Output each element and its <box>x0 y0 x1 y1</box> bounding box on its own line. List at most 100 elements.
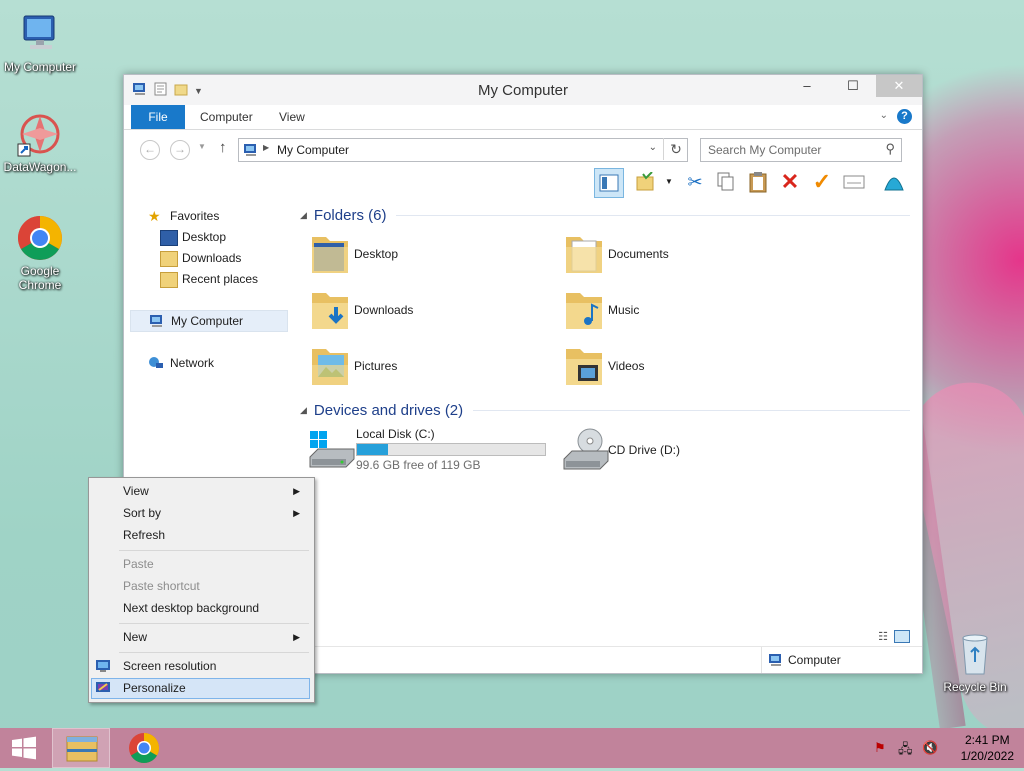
desktop-icon <box>160 230 178 246</box>
folder-desktop[interactable]: Desktop <box>302 229 542 281</box>
preview-pane-button[interactable] <box>594 168 624 198</box>
folder-name: Pictures <box>354 359 398 373</box>
submenu-arrow-icon: ▶ <box>293 632 300 642</box>
chrome-icon <box>16 214 64 262</box>
address-bar[interactable]: ▶ My Computer ⌄ ↻ <box>238 138 688 162</box>
nav-network[interactable]: Network <box>130 353 286 373</box>
folder-videos[interactable]: Videos <box>556 341 796 393</box>
close-button[interactable]: ✕ <box>876 75 922 97</box>
back-button[interactable]: ← <box>140 140 160 160</box>
folder-pictures[interactable]: Pictures <box>302 341 542 393</box>
taskbar-chrome[interactable] <box>120 728 168 768</box>
nav-desktop[interactable]: Desktop <box>130 227 286 247</box>
nav-label: Network <box>170 356 215 370</box>
menu-label: Personalize <box>123 681 186 695</box>
search-input[interactable]: Search My Computer ⚲ <box>700 138 902 162</box>
menu-item-refresh[interactable]: Refresh <box>91 525 310 546</box>
start-button[interactable] <box>0 728 48 768</box>
nav-favorites[interactable]: ★ Favorites <box>130 206 286 226</box>
nav-label: My Computer <box>171 314 244 328</box>
menu-item-screen-resolution[interactable]: Screen resolution <box>91 656 310 677</box>
drive-free-space: 99.6 GB free of 119 GB <box>356 458 481 472</box>
folder-documents[interactable]: Documents <box>556 229 796 281</box>
menu-item-next-desktop-background[interactable]: Next desktop background <box>91 598 310 619</box>
menu-label: Sort by <box>123 506 162 520</box>
expand-ribbon-icon[interactable]: ⌄ <box>880 110 888 121</box>
network-tray-icon[interactable]: 🖧 <box>898 740 913 762</box>
drives-group-header[interactable]: ◢ Devices and drives (2) <box>300 400 910 420</box>
folders-group-header[interactable]: ◢ Folders (6) <box>300 205 910 225</box>
volume-muted-icon[interactable]: 🔇 <box>922 740 938 756</box>
downloads-icon <box>160 251 178 267</box>
tab-computer[interactable]: Computer <box>188 105 265 129</box>
drive-cd-d[interactable]: CD Drive (D:) <box>556 425 796 477</box>
details-view-icon[interactable]: ☷ <box>878 630 888 643</box>
drive-usage-fill <box>357 444 388 455</box>
dropdown-arrow-icon[interactable]: ▼ <box>665 177 673 186</box>
select-folder-icon[interactable] <box>632 168 660 196</box>
breadcrumb-arrow-icon[interactable]: ▶ <box>263 143 269 152</box>
nav-downloads[interactable]: Downloads <box>130 248 286 268</box>
large-icons-view-icon[interactable] <box>894 630 910 643</box>
refresh-icon[interactable]: ↻ <box>663 138 688 160</box>
file-explorer-icon <box>66 736 98 762</box>
desktop-icon-my-computer[interactable]: My Computer <box>0 10 80 74</box>
search-placeholder: Search My Computer <box>708 143 822 157</box>
maximize-button[interactable]: ☐ <box>830 75 876 97</box>
address-row: ← → ▼ ↑ ▶ My Computer ⌄ ↻ Search My Comp… <box>124 130 922 168</box>
windows-logo-icon <box>12 736 36 760</box>
desktop-icon-recycle-bin[interactable]: Recycle Bin <box>935 630 1015 694</box>
search-icon: ⚲ <box>885 141 895 156</box>
datawagon-icon <box>16 110 64 158</box>
minimize-button[interactable]: – <box>784 75 830 97</box>
desktop-folder-icon <box>308 231 352 277</box>
menu-item-personalize[interactable]: Personalize <box>91 678 310 699</box>
network-icon <box>148 356 164 370</box>
folder-downloads[interactable]: Downloads <box>302 285 542 337</box>
drive-local-disk-c[interactable]: Local Disk (C:) 99.6 GB free of 119 GB <box>302 425 552 477</box>
taskbar-clock[interactable]: 2:41 PM 1/20/2022 <box>961 732 1014 764</box>
hard-disk-icon <box>308 427 355 473</box>
drive-name: Local Disk (C:) <box>356 427 435 441</box>
cd-drive-icon <box>562 427 609 473</box>
taskbar-file-explorer[interactable] <box>52 728 110 768</box>
nav-my-computer[interactable]: My Computer <box>130 310 288 332</box>
tab-file[interactable]: File <box>131 105 185 129</box>
menu-item-sort-by[interactable]: Sort by ▶ <box>91 503 310 524</box>
tab-view[interactable]: View <box>267 105 317 129</box>
forward-button[interactable]: → <box>170 140 190 160</box>
shell-icon[interactable] <box>880 168 908 196</box>
taskbar: ⚑ 🖧 🔇 2:41 PM 1/20/2022 <box>0 728 1024 768</box>
clock-time: 2:41 PM <box>964 733 1010 747</box>
recent-locations-icon[interactable]: ▼ <box>198 142 206 151</box>
paste-icon[interactable] <box>744 168 772 196</box>
desktop-icon-datawagon[interactable]: DataWagon... <box>0 110 80 174</box>
drive-usage-bar <box>356 443 546 456</box>
folder-name: Downloads <box>354 303 414 317</box>
nav-label: Desktop <box>182 230 227 244</box>
music-folder-icon <box>562 287 606 333</box>
folder-music[interactable]: Music <box>556 285 796 337</box>
menu-item-new[interactable]: New ▶ <box>91 627 310 648</box>
rename-check-icon[interactable]: ✓ <box>808 168 836 196</box>
title-bar[interactable]: ▼ My Computer – ☐ ✕ <box>124 75 922 105</box>
address-text: My Computer <box>277 143 350 157</box>
menu-separator <box>119 623 309 624</box>
desktop-icon-label: My Computer <box>3 60 77 74</box>
up-button[interactable]: ↑ <box>219 139 227 156</box>
menu-item-view[interactable]: View ▶ <box>91 481 310 502</box>
folder-name: Documents <box>608 247 669 261</box>
nav-recent-places[interactable]: Recent places <box>130 269 286 289</box>
help-icon[interactable]: ? <box>897 109 912 124</box>
desktop-context-menu: View ▶ Sort by ▶ Refresh Paste Paste sho… <box>88 477 315 703</box>
properties-icon[interactable] <box>840 168 868 196</box>
desktop-icon-chrome[interactable]: Google Chrome <box>0 214 80 292</box>
cut-icon[interactable]: ✂ <box>681 168 709 196</box>
group-title: Folders (6) <box>313 206 387 224</box>
desktop-icon-label: Recycle Bin <box>943 680 1007 694</box>
nav-label: Downloads <box>182 251 242 265</box>
delete-icon[interactable]: ✕ <box>776 168 804 196</box>
action-center-flag-icon[interactable]: ⚑ <box>874 740 886 756</box>
copy-icon[interactable] <box>712 168 740 196</box>
address-dropdown-icon[interactable]: ⌄ <box>649 142 657 153</box>
